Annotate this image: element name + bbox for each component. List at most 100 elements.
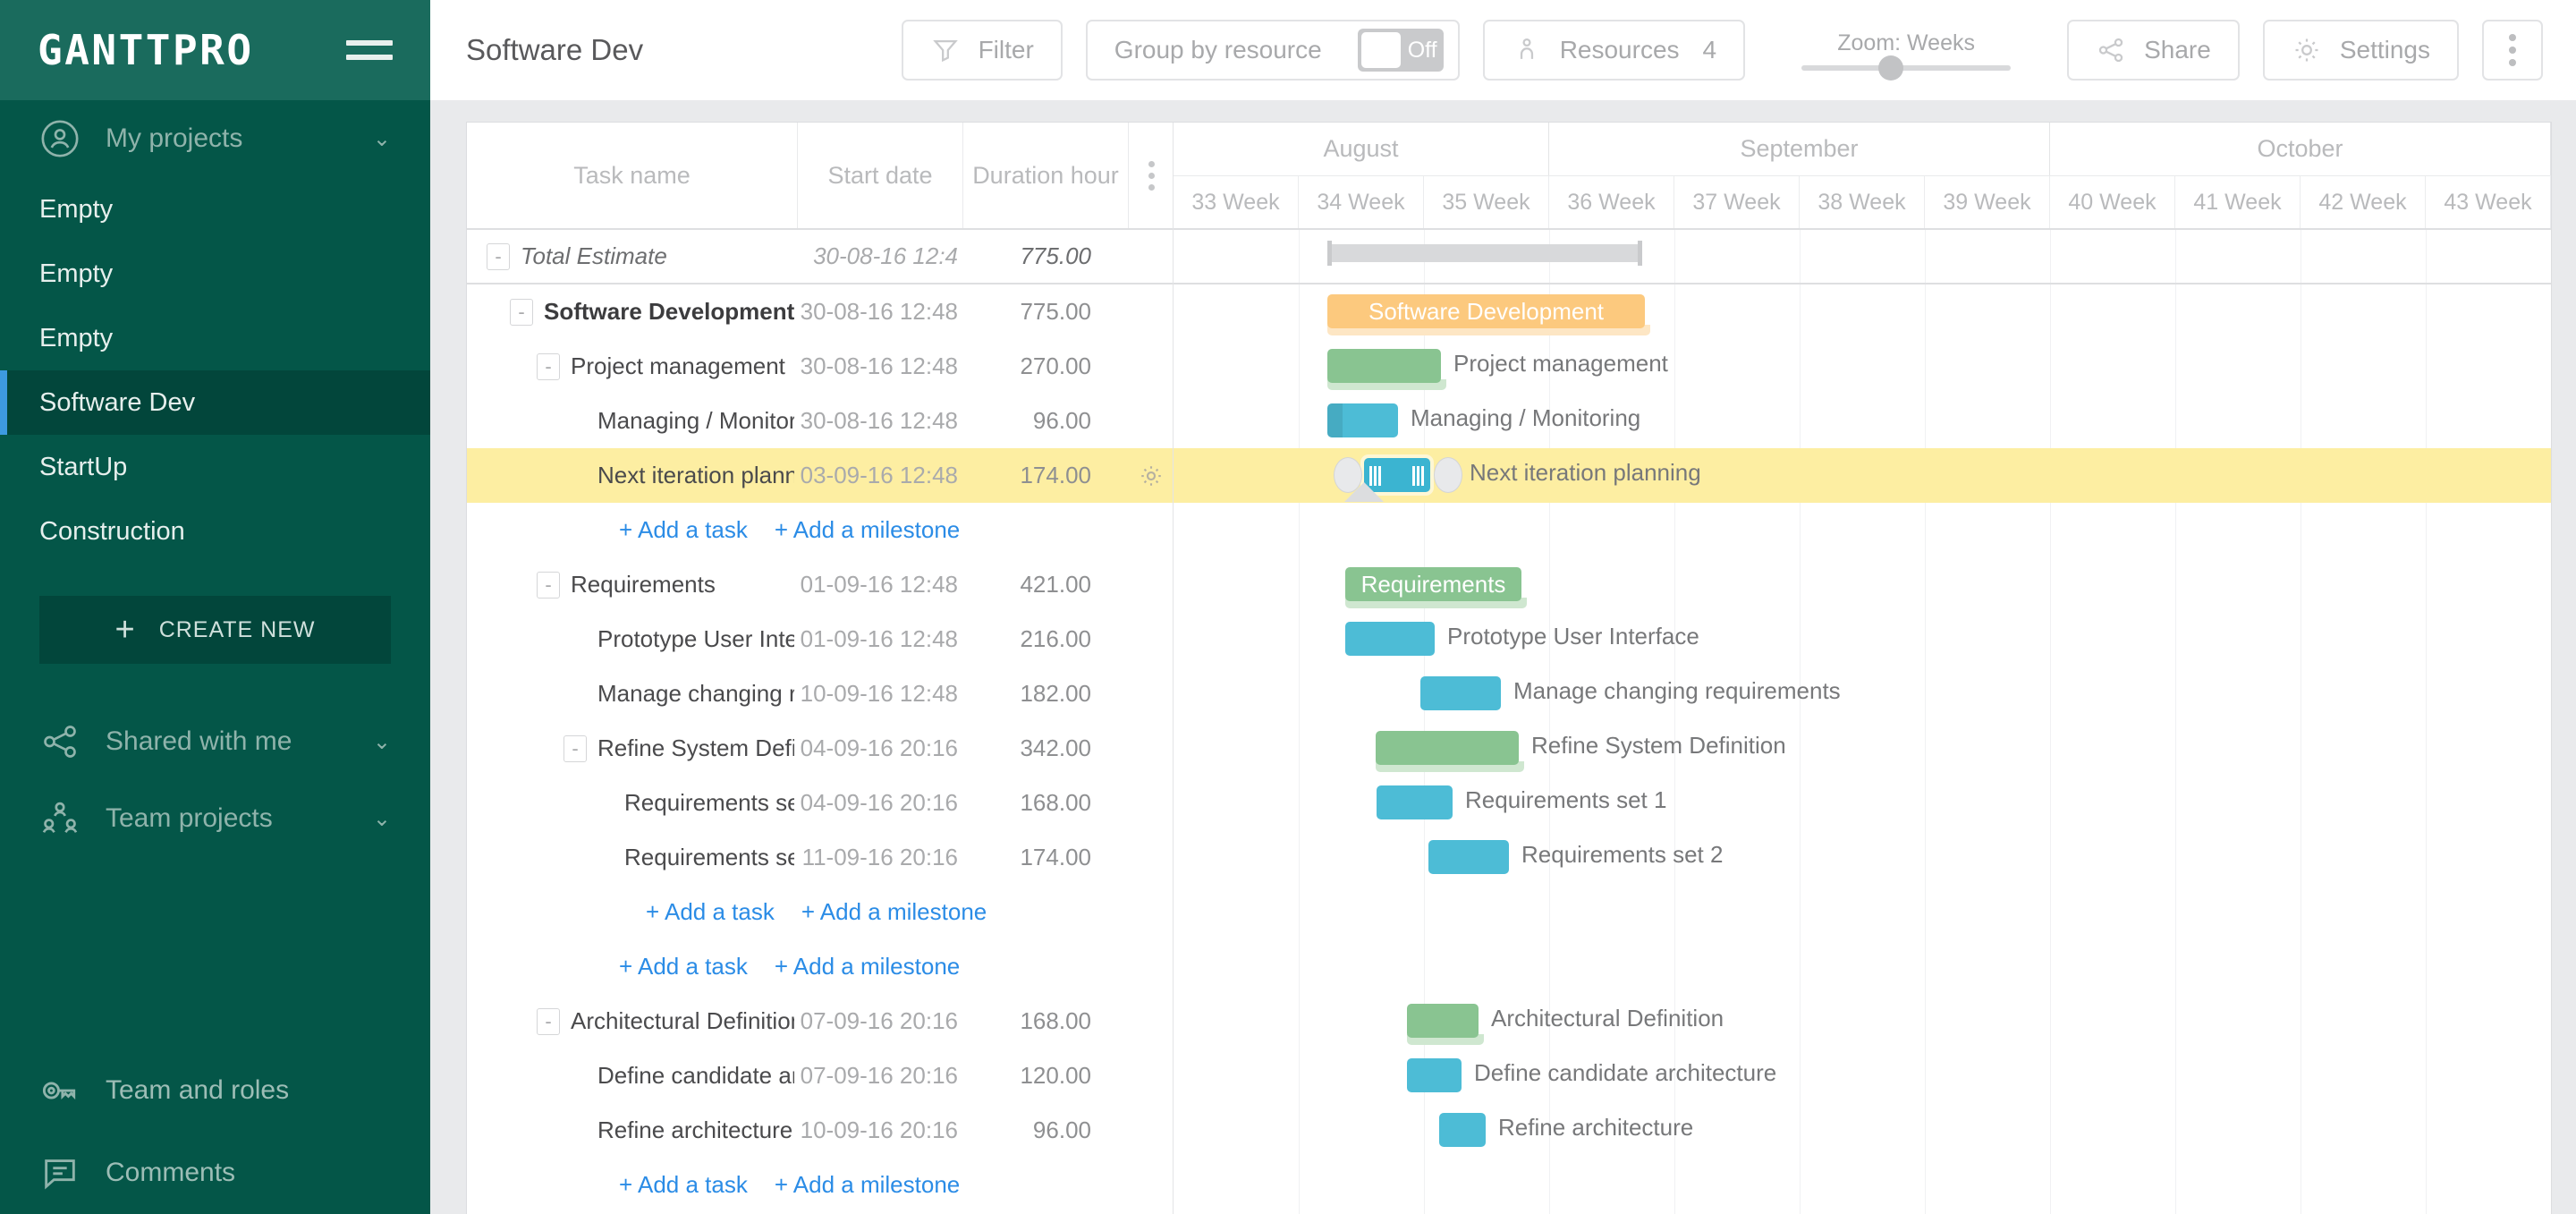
gantt-bar[interactable] [1407, 1058, 1462, 1092]
gantt-bar[interactable]: Requirements [1345, 567, 1521, 601]
duration-cell[interactable]: 96.00 [963, 1116, 1129, 1144]
duration-cell[interactable]: 775.00 [963, 298, 1129, 326]
more-options-button[interactable] [2482, 20, 2543, 81]
start-date-cell[interactable]: 11-09-16 20:16 [798, 844, 963, 871]
table-row[interactable]: - Total Estimate 30-08-16 12:4 775.00 [467, 230, 1173, 284]
add-milestone-link[interactable]: + Add a milestone [775, 953, 960, 981]
duration-cell[interactable]: 174.00 [963, 844, 1129, 871]
gantt-bar[interactable] [1376, 731, 1519, 765]
settings-button[interactable]: Settings [2262, 20, 2459, 81]
duration-cell[interactable]: 120.00 [963, 1062, 1129, 1090]
link-handle-right[interactable] [1434, 457, 1462, 493]
column-header-task-name[interactable]: Task name [467, 123, 798, 228]
start-date-cell[interactable]: 07-09-16 20:16 [798, 1007, 963, 1035]
column-header-duration-hour[interactable]: Duration hour [963, 123, 1129, 228]
task-name-cell[interactable]: Requirements se [467, 789, 798, 817]
start-date-cell[interactable]: 30-08-16 12:48 [798, 407, 963, 435]
task-name-cell[interactable]: Refine architecture [467, 1116, 798, 1144]
zoom-slider-track[interactable] [1801, 55, 2012, 81]
sidebar-section-team-projects[interactable]: Team projects ⌄ [0, 780, 430, 857]
add-milestone-link[interactable]: + Add a milestone [775, 1171, 960, 1199]
column-header-start-date[interactable]: Start date [798, 123, 963, 228]
duration-cell[interactable]: 421.00 [963, 571, 1129, 599]
share-button[interactable]: Share [2067, 20, 2240, 81]
chevron-down-icon[interactable]: ⌄ [373, 729, 391, 755]
gantt-bar[interactable] [1420, 676, 1501, 710]
start-date-cell[interactable]: 30-08-16 12:48 [798, 352, 963, 380]
start-date-cell[interactable]: 07-09-16 20:16 [798, 1062, 963, 1090]
hamburger-icon[interactable] [346, 40, 393, 60]
task-name-cell[interactable]: Managing / Monitori [467, 407, 798, 435]
duration-cell[interactable]: 775.00 [963, 242, 1129, 270]
table-row[interactable]: Prototype User Inte 01-09-16 12:48 216.00 [467, 612, 1173, 666]
expander-toggle[interactable]: - [537, 571, 560, 599]
duration-cell[interactable]: 174.00 [963, 462, 1129, 489]
duration-cell[interactable]: 168.00 [963, 1007, 1129, 1035]
table-row[interactable]: Refine architecture 10-09-16 20:16 96.00 [467, 1103, 1173, 1158]
sidebar-section-shared-with-me[interactable]: Shared with me ⌄ [0, 703, 430, 780]
chevron-down-icon[interactable]: ⌄ [373, 126, 391, 152]
sidebar-item-project[interactable]: Software Dev [0, 370, 430, 435]
table-row[interactable]: - Project management 30-08-16 12:48 270.00 [467, 339, 1173, 394]
add-milestone-link[interactable]: + Add a milestone [775, 516, 960, 544]
column-options-icon[interactable] [1129, 123, 1174, 228]
table-row[interactable]: - Refine System Defi 04-09-16 20:16 342.00 [467, 721, 1173, 776]
sidebar-item-project[interactable]: Empty [0, 242, 430, 306]
sidebar-section-my-projects[interactable]: My projects ⌄ [0, 100, 430, 177]
start-date-cell[interactable]: 03-09-16 12:48 [798, 462, 963, 489]
sidebar-item-project[interactable]: Empty [0, 177, 430, 242]
duration-cell[interactable]: 216.00 [963, 625, 1129, 653]
add-task-link[interactable]: + Add a task [619, 516, 748, 544]
sidebar-item-team-and-roles[interactable]: Team and roles [0, 1049, 430, 1132]
table-row[interactable]: Manage changing r 10-09-16 12:48 182.00 [467, 666, 1173, 721]
task-name-cell[interactable]: - Software Development [467, 298, 798, 326]
sidebar-item-project[interactable]: Empty [0, 306, 430, 370]
duration-cell[interactable]: 96.00 [963, 407, 1129, 435]
start-date-cell[interactable]: 10-09-16 20:16 [798, 1116, 963, 1144]
table-row[interactable]: Define candidate ar 07-09-16 20:16 120.00 [467, 1048, 1173, 1103]
gantt-bar[interactable] [1407, 1004, 1479, 1038]
table-row[interactable]: Requirements se 11-09-16 20:16 174.00 [467, 830, 1173, 885]
expander-toggle[interactable]: - [487, 242, 510, 270]
duration-cell[interactable]: 342.00 [963, 734, 1129, 762]
create-new-button[interactable]: + CREATE NEW [39, 596, 391, 664]
start-date-cell[interactable]: 04-09-16 20:16 [798, 734, 963, 762]
gantt-bar[interactable]: Software Development [1327, 294, 1645, 328]
expander-toggle[interactable]: - [537, 1007, 560, 1035]
gantt-bar[interactable] [1377, 785, 1453, 819]
task-name-cell[interactable]: - Refine System Defi [467, 734, 798, 762]
gantt-bar[interactable] [1327, 349, 1441, 383]
task-name-cell[interactable]: Define candidate ar [467, 1062, 798, 1090]
expander-toggle[interactable]: - [537, 352, 560, 380]
expander-toggle[interactable]: - [564, 734, 587, 762]
task-name-cell[interactable]: - Requirements [467, 571, 798, 599]
duration-cell[interactable]: 168.00 [963, 789, 1129, 817]
table-row[interactable]: Requirements se 04-09-16 20:16 168.00 [467, 776, 1173, 830]
resize-grip[interactable] [1412, 466, 1425, 486]
add-milestone-link[interactable]: + Add a milestone [801, 898, 987, 926]
task-name-cell[interactable]: Manage changing r [467, 680, 798, 708]
task-name-cell[interactable]: Prototype User Inte [467, 625, 798, 653]
add-task-link[interactable]: + Add a task [619, 953, 748, 981]
start-date-cell[interactable]: 30-08-16 12:4 [798, 242, 963, 270]
group-by-resource-toggle[interactable]: Off [1357, 29, 1444, 72]
group-by-resource-control[interactable]: Group by resource Off [1085, 20, 1460, 81]
task-name-cell[interactable]: - Architectural Definition [467, 1007, 798, 1035]
filter-button[interactable]: Filter [901, 20, 1063, 81]
table-row[interactable]: - Software Development 30-08-16 12:48 775.0… [467, 284, 1173, 339]
table-row[interactable]: Managing / Monitori 30-08-16 12:48 96.00 [467, 394, 1173, 448]
gantt-bar[interactable] [1439, 1113, 1486, 1147]
gear-icon[interactable] [1138, 463, 1165, 489]
sidebar-item-comments[interactable]: Comments [0, 1132, 430, 1214]
resources-button[interactable]: Resources 4 [1482, 20, 1746, 81]
task-name-cell[interactable]: Requirements se [467, 844, 798, 871]
gantt-bar[interactable] [1327, 403, 1398, 437]
task-name-cell[interactable]: - Total Estimate [467, 242, 798, 270]
start-date-cell[interactable]: 01-09-16 12:48 [798, 571, 963, 599]
start-date-cell[interactable]: 01-09-16 12:48 [798, 625, 963, 653]
row-settings-cell[interactable] [1129, 463, 1174, 489]
sidebar-item-project[interactable]: Construction [0, 499, 430, 564]
expander-toggle[interactable]: - [510, 298, 533, 326]
table-row[interactable]: Next iteration plann 03-09-16 12:48 174.00 [467, 448, 1173, 503]
task-name-cell[interactable]: - Project management [467, 352, 798, 380]
